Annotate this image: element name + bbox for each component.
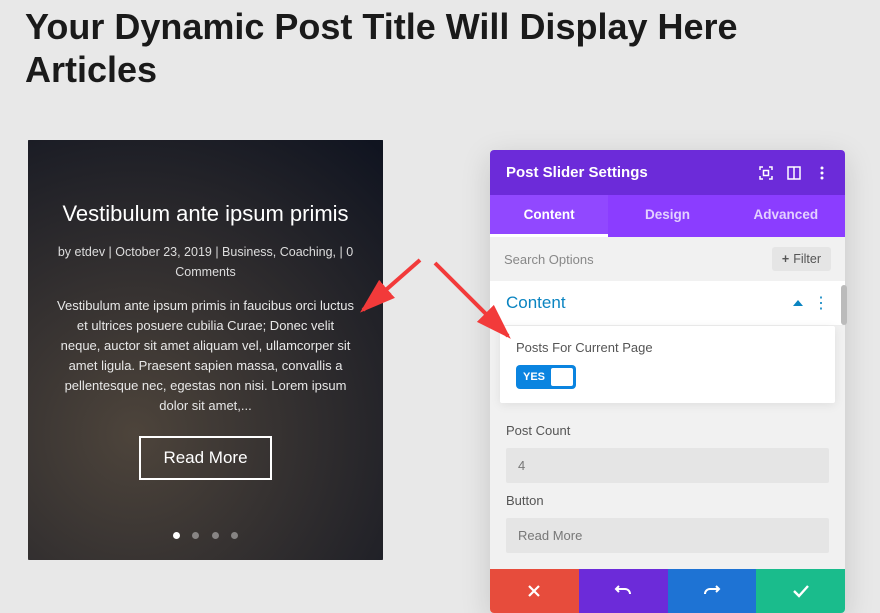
field-label: Button [506,493,829,508]
post-slider-preview: Vestibulum ante ipsum primis by etdev | … [28,140,383,560]
scrollbar[interactable] [841,285,847,325]
section-header-content[interactable]: Content ⋮ [490,281,845,326]
field-button: Button Read More [506,483,829,553]
more-icon[interactable] [815,166,829,180]
slider-dot[interactable] [192,532,199,539]
post-excerpt: Vestibulum ante ipsum primis in faucibus… [56,296,355,417]
field-label: Post Count [506,423,829,438]
slider-pagination [28,526,383,544]
panel-footer [490,569,845,613]
panel-tabs: Content Design Advanced [490,195,845,237]
cancel-button[interactable] [490,569,579,613]
field-label: Posts For Current Page [516,340,819,355]
tab-content[interactable]: Content [490,195,608,237]
read-more-button[interactable]: Read More [139,436,271,480]
save-button[interactable] [756,569,845,613]
tab-design[interactable]: Design [608,195,726,237]
redo-button[interactable] [668,569,757,613]
slider-dot[interactable] [231,532,238,539]
annotation-arrow-icon [355,255,425,330]
settings-panel: Post Slider Settings Content Design Adva… [490,150,845,613]
focus-icon[interactable] [759,166,773,180]
tab-advanced[interactable]: Advanced [727,195,845,237]
columns-icon[interactable] [787,166,801,180]
slider-dot[interactable] [173,532,180,539]
chevron-up-icon[interactable] [793,300,803,306]
section-more-icon[interactable]: ⋮ [813,293,829,313]
post-count-input[interactable]: 4 [506,448,829,483]
button-text-input[interactable]: Read More [506,518,829,553]
annotation-arrow-icon [430,258,520,353]
post-title: Vestibulum ante ipsum primis [56,200,355,228]
field-posts-for-current-page: Posts For Current Page YES [500,326,835,403]
toggle-current-page[interactable]: YES [516,365,576,389]
post-meta: by etdev | October 23, 2019 | Business, … [56,242,355,282]
slider-dot[interactable] [212,532,219,539]
toggle-value: YES [523,371,545,383]
search-options-row: Search Options + Filter [490,237,845,281]
panel-title: Post Slider Settings [506,164,648,181]
page-title: Your Dynamic Post Title Will Display Her… [0,0,880,91]
panel-body: Posts For Current Page YES Post Count 4 … [490,326,845,569]
field-post-count: Post Count 4 [506,413,829,483]
undo-button[interactable] [579,569,668,613]
panel-header: Post Slider Settings [490,150,845,195]
filter-button[interactable]: + Filter [772,247,831,271]
